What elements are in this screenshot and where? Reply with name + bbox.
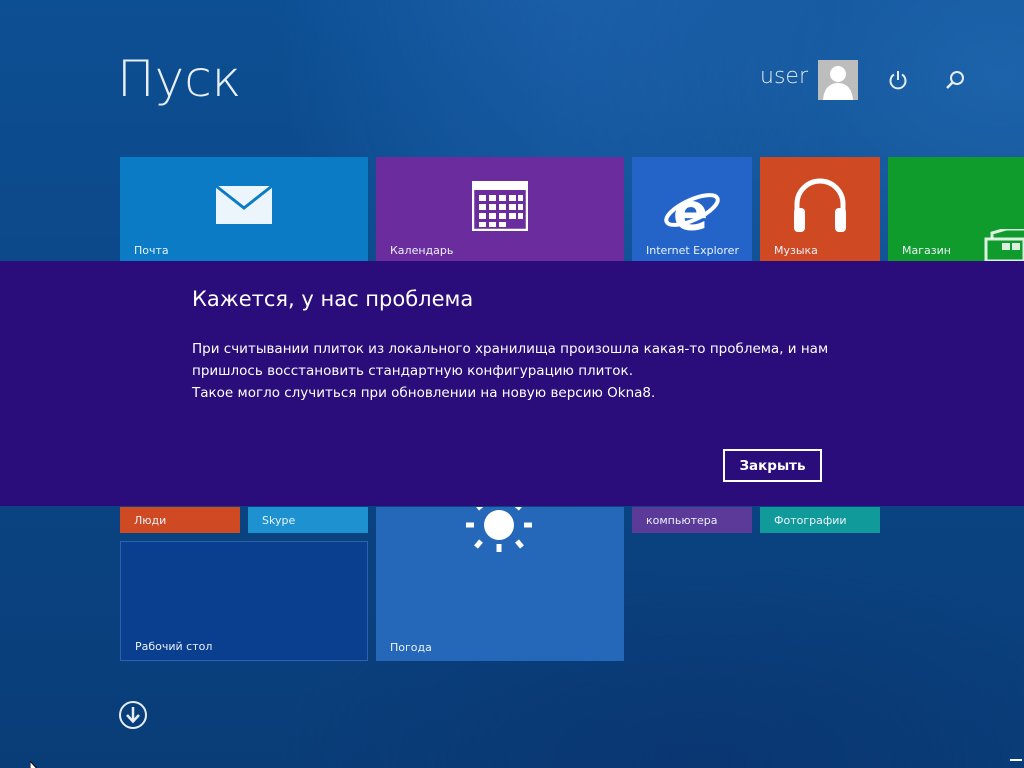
tile-weather[interactable]: Погода <box>376 507 624 661</box>
tile-label: Календарь <box>390 244 454 257</box>
tile-internet-explorer[interactable]: e Internet Explorer <box>632 157 752 261</box>
tile-skype[interactable]: Skype <box>248 507 368 533</box>
tile-label: Магазин <box>902 244 951 257</box>
user-name[interactable]: user <box>760 64 808 89</box>
tile-calendar[interactable]: Календарь <box>376 157 624 261</box>
tile-desktop[interactable]: Рабочий стол <box>120 541 368 661</box>
tile-label: Погода <box>390 641 432 654</box>
tile-label: Рабочий стол <box>135 640 213 653</box>
start-screen: Пуск user Почта Календарь e Internet Exp… <box>0 0 1024 768</box>
dialog-message-line-2: пришлось восстановить стандартную конфиг… <box>192 363 633 379</box>
power-button[interactable] <box>884 66 912 94</box>
close-button[interactable]: Закрыть <box>723 449 822 482</box>
tile-store[interactable]: Магазин <box>888 157 1024 261</box>
search-button[interactable] <box>941 66 969 94</box>
search-icon <box>946 71 964 89</box>
tile-label: компьютера <box>646 514 718 527</box>
minus-icon <box>1008 752 1024 768</box>
internet-explorer-icon: e <box>664 183 720 238</box>
sun-icon <box>466 507 532 552</box>
tile-pc-settings[interactable]: компьютера <box>632 507 752 533</box>
svg-text:e: e <box>673 183 708 238</box>
tile-label: Фотографии <box>774 514 847 527</box>
tile-photos[interactable]: Фотографии <box>760 507 880 533</box>
tile-label: Музыка <box>774 244 818 257</box>
tile-music[interactable]: Музыка <box>760 157 880 261</box>
arrow-down-circle-icon <box>119 701 147 729</box>
dialog-message-line-1: При считывании плиток из локального хран… <box>192 341 829 357</box>
user-silhouette-icon <box>818 60 858 100</box>
calendar-icon <box>472 181 528 231</box>
headphones-icon <box>794 178 846 232</box>
power-icon <box>889 71 907 90</box>
scroll-down-button[interactable] <box>118 700 148 730</box>
zoom-out-button[interactable] <box>1008 752 1024 768</box>
dialog-title: Кажется, у нас проблема <box>192 287 474 311</box>
mouse-cursor-icon <box>29 757 42 768</box>
tile-label: Internet Explorer <box>646 244 739 257</box>
tile-people[interactable]: Люди <box>120 507 240 533</box>
tile-label: Люди <box>134 514 167 527</box>
tile-mail[interactable]: Почта <box>120 157 368 261</box>
mail-icon <box>215 184 273 224</box>
user-avatar[interactable] <box>818 60 858 100</box>
start-title: Пуск <box>117 50 242 108</box>
store-icon <box>984 229 1024 261</box>
tile-label: Skype <box>262 514 296 527</box>
dialog-message-line-3: Такое могло случиться при обновлении на … <box>192 385 656 401</box>
tile-label: Почта <box>134 244 169 257</box>
